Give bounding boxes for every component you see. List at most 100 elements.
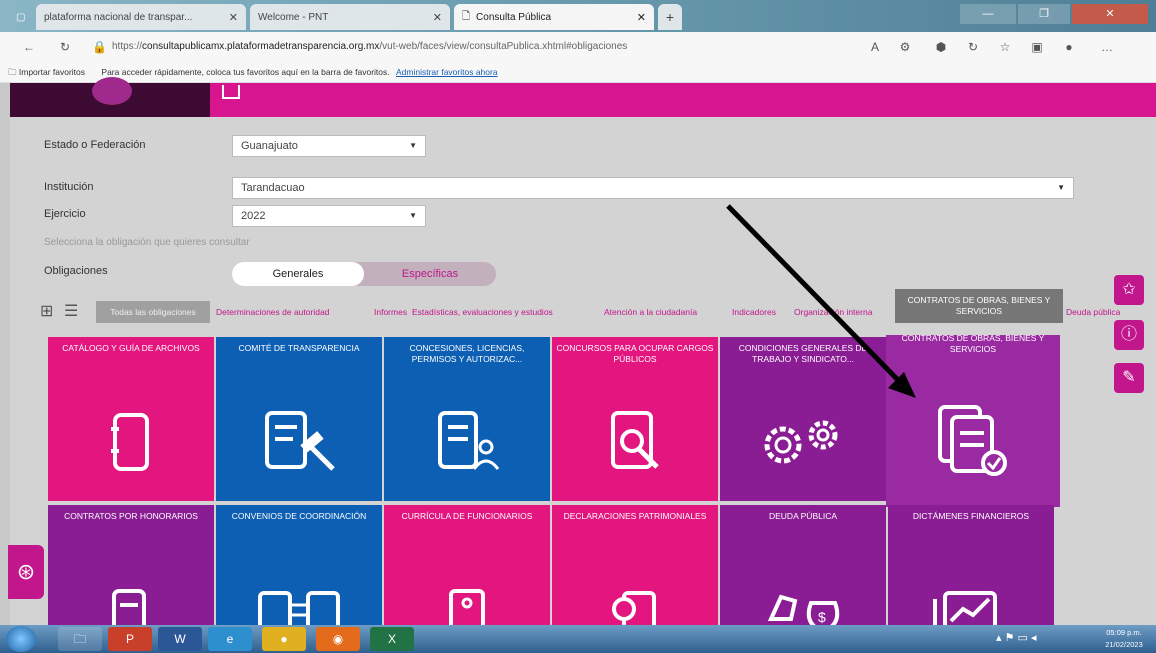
grid-view-icon[interactable]: ⊞ bbox=[40, 301, 53, 321]
tile-dictamenes[interactable]: DICTÁMENES FINANCIEROS bbox=[888, 505, 1054, 625]
minimize-icon[interactable]: — bbox=[960, 4, 1016, 24]
wrench-icon[interactable]: ✎ bbox=[1114, 363, 1144, 393]
clock[interactable]: 05:09 p.m. 21/02/2023 bbox=[1102, 627, 1146, 651]
tile-contratos-obras[interactable]: CONTRATOS DE OBRAS, BIENES Y SERVICIOS bbox=[886, 335, 1060, 507]
tab-consulta-publica[interactable]: 🗋 Consulta Pública ✕ bbox=[454, 4, 654, 30]
menu-icon[interactable] bbox=[222, 85, 240, 99]
tile-label: DEUDA PÚBLICA bbox=[768, 511, 838, 521]
filter-estadisticas[interactable]: Estadísticas, evaluaciones y estudios bbox=[412, 307, 553, 317]
explorer-icon[interactable]: 🗀 bbox=[58, 627, 102, 651]
toggle-generales[interactable]: Generales bbox=[232, 262, 364, 286]
refresh-page-icon[interactable]: ↻ bbox=[966, 40, 980, 54]
document-person-icon bbox=[438, 411, 500, 470]
ejercicio-value: 2022 bbox=[241, 210, 266, 222]
tile-curricula[interactable]: CURRÍCULA DE FUNCIONARIOS bbox=[384, 505, 550, 625]
folder-icon: 🗀 bbox=[8, 67, 17, 77]
url-path: /vut-web/faces/view/consultaPublica.xhtm… bbox=[379, 41, 628, 52]
address-bar: ← ↻ 🔒 https://consultapublicamx.platafor… bbox=[0, 32, 1156, 62]
estado-label: Estado o Federación bbox=[44, 139, 146, 151]
more-options-icon[interactable]: … bbox=[1100, 40, 1114, 54]
tab-label: Welcome - PNT bbox=[258, 11, 329, 23]
filter-deuda[interactable]: Deuda pública bbox=[1066, 307, 1120, 317]
gears-icon bbox=[764, 420, 838, 464]
tile-label: DECLARACIONES PATRIMONIALES bbox=[563, 511, 707, 521]
document-icon bbox=[112, 589, 146, 625]
tile-label: CONTRATOS POR HONORARIOS bbox=[64, 511, 198, 521]
tile-convenios[interactable]: CONVENIOS DE COORDINACIÓN bbox=[216, 505, 382, 625]
close-icon[interactable]: ✕ bbox=[433, 11, 442, 24]
binder-icon bbox=[111, 413, 149, 471]
tile-label: COMITÉ DE TRANSPARENCIA bbox=[238, 343, 360, 353]
filter-indicadores[interactable]: Indicadores bbox=[732, 307, 776, 317]
tab-label: Consulta Pública bbox=[476, 11, 552, 23]
start-button[interactable] bbox=[6, 626, 36, 652]
chevron-down-icon: ▼ bbox=[409, 211, 417, 220]
document-coin-icon bbox=[612, 591, 656, 625]
close-icon[interactable]: ✕ bbox=[229, 11, 238, 24]
page-icon: 🗋 bbox=[462, 10, 471, 22]
tile-catalogo[interactable]: CATÁLOGO Y GUÍA DE ARCHIVOS bbox=[48, 337, 214, 501]
obligaciones-toggle[interactable]: Generales Específicas bbox=[232, 262, 496, 286]
filter-all[interactable]: Todas las obligaciones bbox=[96, 301, 210, 323]
filter-organizacion[interactable]: Organización interna bbox=[794, 307, 872, 317]
tile-concursos[interactable]: CONCURSOS PARA OCUPAR CARGOS PÚBLICOS bbox=[552, 337, 718, 501]
estado-select[interactable]: Guanajuato ▼ bbox=[232, 135, 426, 157]
close-icon[interactable]: ✕ bbox=[637, 11, 646, 24]
maximize-icon[interactable]: ❐ bbox=[1018, 4, 1070, 24]
url-domain: consultapublicamx.plataformadetransparen… bbox=[142, 41, 380, 52]
list-view-icon[interactable]: ☰ bbox=[64, 301, 78, 321]
site-header bbox=[10, 77, 1156, 117]
tile-label: CONTRATOS DE OBRAS, BIENES Y SERVICIOS bbox=[901, 335, 1045, 354]
estado-value: Guanajuato bbox=[241, 140, 298, 152]
favorites-star-icon[interactable]: ✩ bbox=[1114, 275, 1144, 305]
chrome-icon[interactable]: ● bbox=[262, 627, 306, 651]
url-field[interactable]: https://consultapublicamx.plataformadetr… bbox=[112, 38, 852, 56]
manage-favorites-link[interactable]: Administrar favoritos ahora bbox=[396, 67, 498, 77]
close-window-icon[interactable]: ✕ bbox=[1072, 4, 1148, 24]
chart-document-icon bbox=[933, 591, 997, 625]
lock-icon[interactable]: 🔒 bbox=[92, 40, 107, 54]
read-aloud-icon[interactable]: A bbox=[868, 40, 882, 54]
filter-informes[interactable]: Informes bbox=[374, 307, 407, 317]
settings-icon[interactable]: ⚙ bbox=[898, 40, 912, 54]
excel-icon[interactable]: X bbox=[370, 627, 414, 651]
exchange-documents-icon bbox=[258, 591, 340, 625]
search-person-icon bbox=[611, 411, 659, 469]
refresh-icon[interactable]: ↻ bbox=[58, 40, 72, 54]
filter-atencion[interactable]: Atención a la ciudadanía bbox=[604, 307, 697, 317]
toggle-especificas[interactable]: Específicas bbox=[364, 262, 496, 286]
edge-icon[interactable]: e bbox=[208, 627, 252, 651]
tab-actions-icon[interactable]: ▢ bbox=[8, 4, 34, 30]
tab-plataforma[interactable]: plataforma nacional de transpar... ✕ bbox=[36, 4, 246, 30]
institucion-select[interactable]: Tarandacuao ▼ bbox=[232, 177, 1074, 199]
tile-label: CONVENIOS DE COORDINACIÓN bbox=[231, 511, 367, 521]
favorites-icon[interactable]: ☆ bbox=[998, 40, 1012, 54]
powerpoint-icon[interactable]: P bbox=[108, 627, 152, 651]
tile-label: CONCESIONES, LICENCIAS, PERMISOS Y AUTOR… bbox=[409, 343, 525, 364]
tile-contratos-honorarios[interactable]: CONTRATOS POR HONORARIOS bbox=[48, 505, 214, 625]
tile-comite[interactable]: COMITÉ DE TRANSPARENCIA bbox=[216, 337, 382, 501]
tile-deuda[interactable]: DEUDA PÚBLICA $ bbox=[720, 505, 886, 625]
tile-condiciones[interactable]: CONDICIONES GENERALES DE TRABAJO Y SINDI… bbox=[720, 337, 886, 501]
tile-label: CATÁLOGO Y GUÍA DE ARCHIVOS bbox=[62, 343, 200, 353]
extensions-icon[interactable]: ⬢ bbox=[934, 40, 948, 54]
ejercicio-select[interactable]: 2022 ▼ bbox=[232, 205, 426, 227]
favorites-bar: 🗀 Importar favoritos Para acceder rápida… bbox=[0, 62, 1156, 83]
logo[interactable] bbox=[92, 77, 132, 105]
firefox-icon[interactable]: ◉ bbox=[316, 627, 360, 651]
tile-declaraciones[interactable]: DECLARACIONES PATRIMONIALES bbox=[552, 505, 718, 625]
tab-welcome[interactable]: Welcome - PNT ✕ bbox=[250, 4, 450, 30]
accessibility-icon[interactable]: ⊛ bbox=[8, 545, 44, 599]
profile-icon[interactable]: ● bbox=[1062, 40, 1076, 54]
chevron-down-icon: ▼ bbox=[1057, 183, 1065, 192]
back-icon[interactable]: ← bbox=[22, 40, 36, 54]
import-favorites-link[interactable]: Importar favoritos bbox=[19, 67, 85, 77]
filter-determinaciones[interactable]: Determinaciones de autoridad bbox=[216, 307, 329, 317]
resume-icon bbox=[449, 589, 485, 625]
new-tab-button[interactable]: + bbox=[658, 4, 682, 30]
alert-icon[interactable]: ⓘ bbox=[1114, 320, 1144, 350]
tray-icons[interactable]: ▴ ⚑ ▭ ◂ bbox=[996, 631, 1036, 644]
tile-concesiones[interactable]: CONCESIONES, LICENCIAS, PERMISOS Y AUTOR… bbox=[384, 337, 550, 501]
collections-icon[interactable]: ▣ bbox=[1030, 40, 1044, 54]
word-icon[interactable]: W bbox=[158, 627, 202, 651]
